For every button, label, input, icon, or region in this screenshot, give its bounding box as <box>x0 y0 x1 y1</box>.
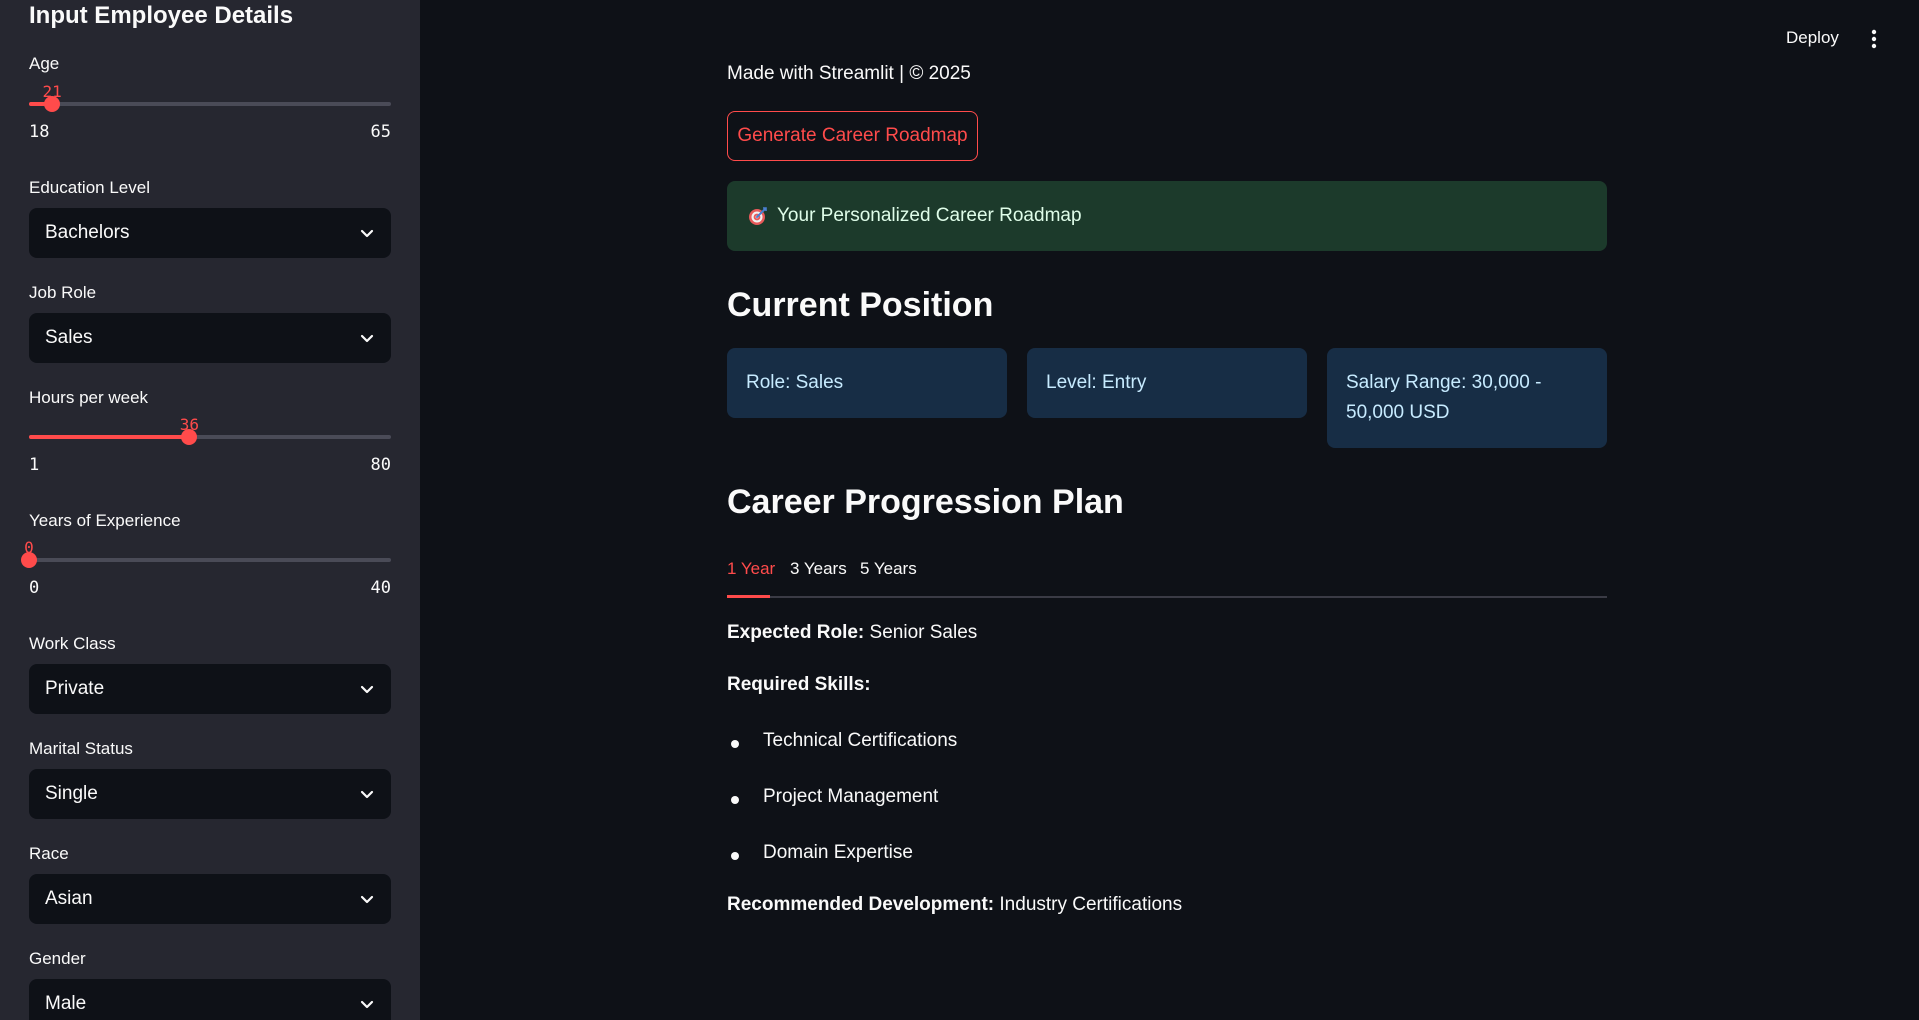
chevron-down-icon <box>360 1000 374 1009</box>
experience-min: 0 <box>29 578 40 598</box>
race-value: Asian <box>45 888 93 909</box>
race-select[interactable]: Asian <box>29 874 391 924</box>
age-max: 65 <box>370 122 391 142</box>
current-position-heading: Current Position <box>727 286 994 324</box>
required-skills: Required Skills: <box>727 674 871 696</box>
marital-value: Single <box>45 783 98 804</box>
hours-label: Hours per week <box>29 388 149 407</box>
recommended-value: Industry Certifications <box>999 894 1183 915</box>
age-label: Age <box>29 54 60 73</box>
made-with-text: Made with Streamlit | © 2025 <box>727 63 971 84</box>
hours-max: 80 <box>370 455 391 475</box>
age-slider-thumb[interactable] <box>44 96 61 112</box>
experience-slider-thumb[interactable] <box>21 552 37 568</box>
gender-select[interactable]: Male <box>29 979 391 1020</box>
generate-roadmap-button[interactable]: Generate Career Roadmap <box>727 111 978 161</box>
recommended-development: Recommended Development: Industry Certif… <box>727 894 1182 916</box>
skill-text: Technical Certifications <box>763 730 958 751</box>
job-role-select[interactable]: Sales <box>29 313 391 363</box>
bullet-dot <box>731 796 739 804</box>
expected-role-label: Expected Role: <box>727 622 865 643</box>
app: Input Employee Details Age 21 18 65 Educ… <box>0 0 1919 1020</box>
tab-divider <box>727 596 1607 598</box>
chevron-down-icon <box>360 229 374 238</box>
active-tab-indicator <box>727 595 770 598</box>
career-plan-heading: Career Progression Plan <box>727 483 1124 521</box>
tab-1-year[interactable]: 1 Year <box>727 559 775 579</box>
level-card: Level: Entry <box>1027 348 1307 418</box>
tab-5-years[interactable]: 5 Years <box>860 559 917 579</box>
hours-min: 1 <box>29 455 40 475</box>
chevron-down-icon <box>360 685 374 694</box>
chevron-down-icon <box>360 334 374 343</box>
recommended-label: Recommended Development: <box>727 894 995 915</box>
hours-slider-fill <box>29 435 190 439</box>
success-text: Your Personalized Career Roadmap <box>777 205 1082 226</box>
skill-text: Domain Expertise <box>763 842 913 863</box>
work-class-value: Private <box>45 678 105 699</box>
race-label: Race <box>29 844 69 863</box>
bullet-dot <box>731 852 739 860</box>
expected-role: Expected Role: Senior Sales <box>727 622 977 644</box>
hours-slider-thumb[interactable] <box>181 429 198 445</box>
skill-text: Project Management <box>763 786 939 807</box>
education-label: Education Level <box>29 178 150 197</box>
job-role-value: Sales <box>45 327 93 348</box>
experience-max: 40 <box>370 578 391 598</box>
sidebar-title: Input Employee Details <box>29 2 294 29</box>
education-value: Bachelors <box>45 222 130 243</box>
gender-value: Male <box>45 993 87 1014</box>
age-min: 18 <box>29 122 50 142</box>
experience-slider-track[interactable] <box>29 558 391 562</box>
work-class-label: Work Class <box>29 634 116 653</box>
bullet-dot <box>731 740 739 748</box>
role-card: Role: Sales <box>727 348 1007 418</box>
marital-select[interactable]: Single <box>29 769 391 819</box>
tab-3-years[interactable]: 3 Years <box>790 559 847 579</box>
job-role-label: Job Role <box>29 283 97 302</box>
deploy-button[interactable]: Deploy <box>1786 28 1839 48</box>
chevron-down-icon <box>360 895 374 904</box>
age-slider-track[interactable] <box>29 102 391 106</box>
kebab-menu-icon[interactable] <box>1864 28 1884 50</box>
age-slider[interactable]: 21 18 65 <box>29 82 391 142</box>
required-skills-label: Required Skills: <box>727 674 871 695</box>
experience-label: Years of Experience <box>29 511 181 530</box>
gender-label: Gender <box>29 949 86 968</box>
sidebar: Input Employee Details Age 21 18 65 Educ… <box>0 0 420 1020</box>
work-class-select[interactable]: Private <box>29 664 391 714</box>
experience-slider[interactable]: 0 0 40 <box>21 538 391 598</box>
salary-card: Salary Range: 30,000 - 50,000 USD <box>1327 348 1607 448</box>
expected-role-value: Senior Sales <box>869 622 978 643</box>
success-alert: Your Personalized Career Roadmap <box>727 181 1607 251</box>
tab-bar: 1 Year 3 Years 5 Years <box>727 556 1607 598</box>
hours-slider[interactable]: 36 1 80 <box>29 415 391 475</box>
target-icon <box>749 207 767 225</box>
education-select[interactable]: Bachelors <box>29 208 391 258</box>
chevron-down-icon <box>360 790 374 799</box>
marital-label: Marital Status <box>29 739 133 758</box>
